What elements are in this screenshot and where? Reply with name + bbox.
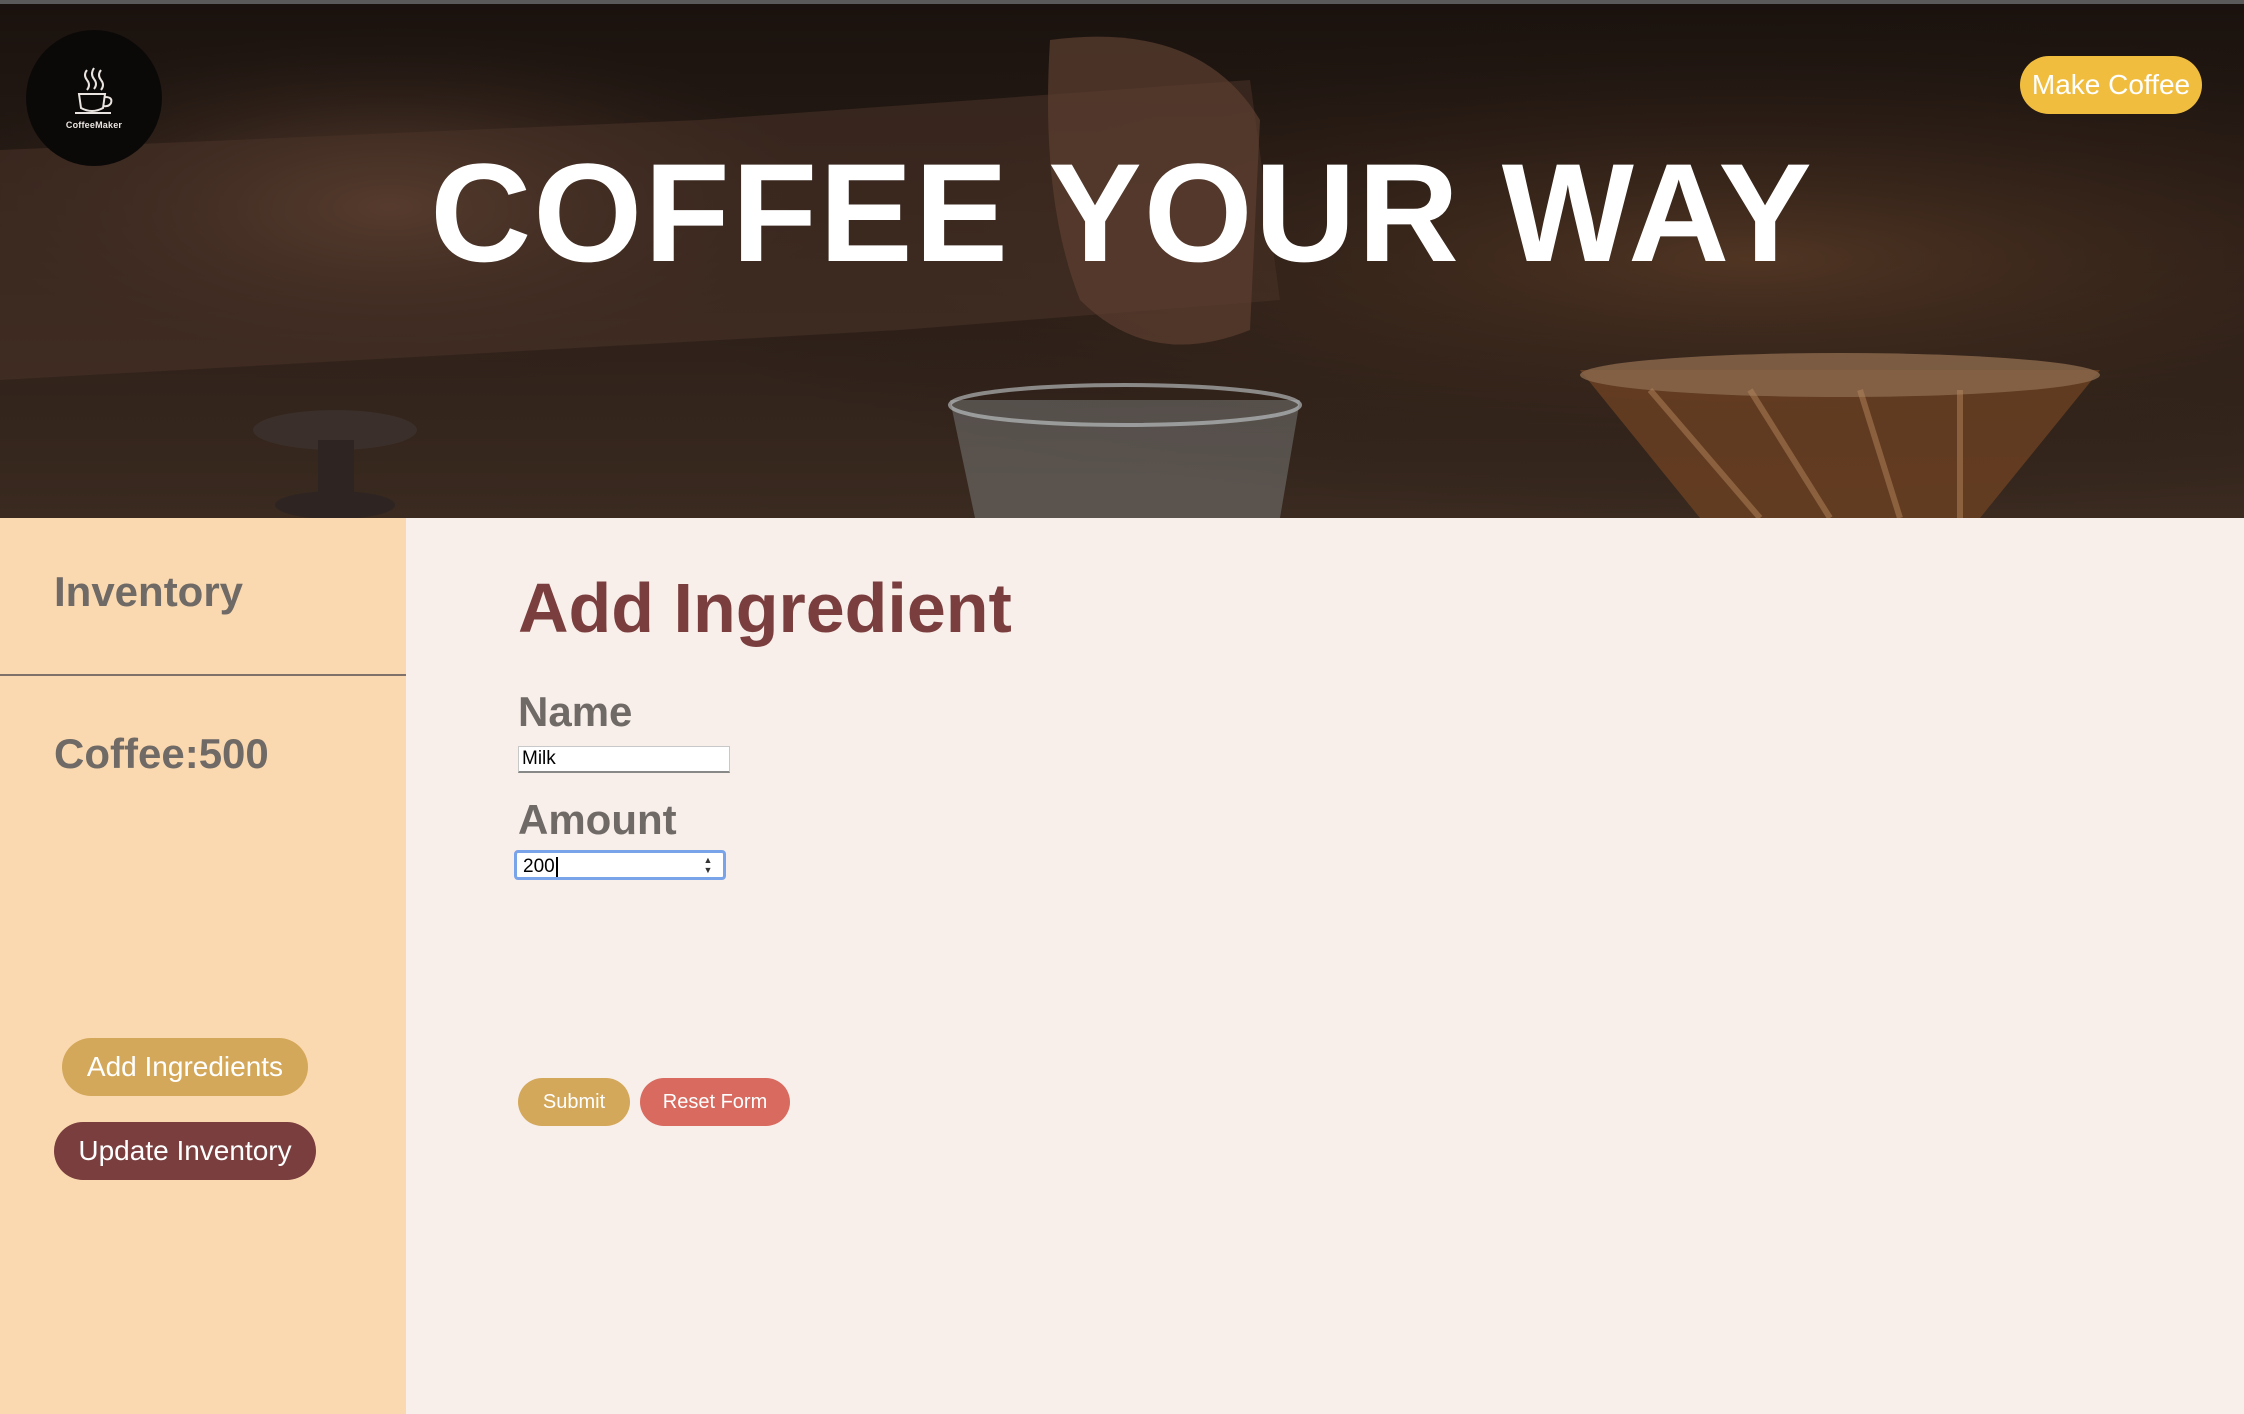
- add-ingredient-title: Add Ingredient: [518, 569, 1012, 647]
- stepper-down-icon[interactable]: ▼: [704, 865, 713, 875]
- make-coffee-button[interactable]: Make Coffee: [2020, 56, 2202, 114]
- inventory-heading: Inventory: [54, 568, 244, 615]
- sidebar-divider: [0, 674, 406, 676]
- hero-title: COFFEE YOUR WAY: [430, 134, 1814, 291]
- add-ingredients-button[interactable]: Add Ingredients: [62, 1038, 308, 1096]
- coffee-cup-icon: [75, 67, 113, 114]
- amount-stepper[interactable]: ▲ ▼: [701, 854, 715, 876]
- amount-input[interactable]: 200 ▲ ▼: [514, 850, 726, 880]
- text-caret: [555, 856, 558, 877]
- inventory-sidebar: Inventory Coffee:500: [0, 518, 406, 1414]
- coffee-stat-name: Coffee: [54, 730, 185, 777]
- name-label: Name: [518, 688, 633, 735]
- amount-value: 200: [523, 856, 558, 878]
- coffee-inventory-stat: Coffee:500: [54, 730, 269, 778]
- reset-form-button[interactable]: Reset Form: [640, 1078, 790, 1126]
- logo-text: CoffeeMaker: [65, 120, 123, 130]
- stepper-up-icon[interactable]: ▲: [704, 855, 713, 865]
- amount-value-text: 200: [523, 856, 555, 877]
- coffee-stat-separator: :: [184, 730, 199, 777]
- hero-banner: CoffeeMaker Make Coffee COFFEE YOUR WAY: [0, 0, 2244, 518]
- top-border: [0, 0, 2244, 4]
- amount-label: Amount: [518, 796, 677, 843]
- name-input[interactable]: [518, 746, 730, 773]
- update-inventory-button[interactable]: Update Inventory: [54, 1122, 316, 1180]
- submit-button[interactable]: Submit: [518, 1078, 630, 1126]
- coffee-stat-amount: 500: [198, 730, 269, 777]
